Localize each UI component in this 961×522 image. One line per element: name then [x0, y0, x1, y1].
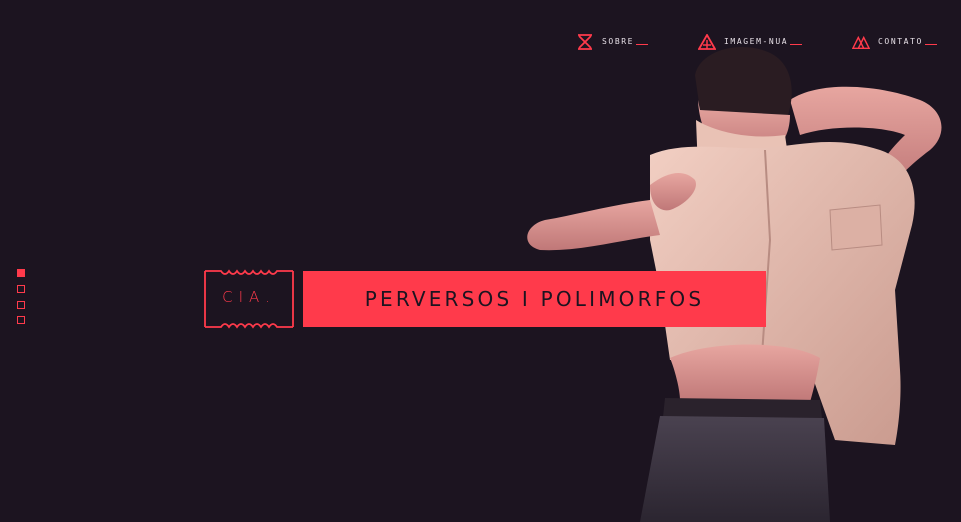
slide-dot-2[interactable] — [17, 285, 25, 293]
nav-item-sobre[interactable]: SOBRE — [576, 33, 649, 51]
nav-label-sobre: SOBRE — [602, 37, 649, 47]
nav-label-imagem-nua: IMAGEM-NUA — [724, 37, 803, 47]
hero-stage: SOBRE IMAGEM-NUA CONTATO CIA. PERVERSOS … — [0, 0, 961, 522]
hourglass-x-icon — [578, 34, 592, 50]
cia-prefix: CIA. — [222, 288, 276, 306]
title-banner: PERVERSOS I POLIMORFOS — [303, 271, 766, 327]
nav-label-contato: CONTATO — [878, 37, 937, 47]
mountain-triangle-icon — [852, 35, 870, 50]
slide-dot-3[interactable] — [17, 301, 25, 309]
tent-triangle-icon — [698, 34, 716, 50]
nav-item-imagem-nua[interactable]: IMAGEM-NUA — [698, 33, 803, 51]
company-name: PERVERSOS I POLIMORFOS — [364, 287, 705, 311]
slide-dot-4[interactable] — [17, 316, 25, 324]
nav-item-contato[interactable]: CONTATO — [852, 33, 937, 51]
cia-logo[interactable]: CIA. — [204, 269, 294, 329]
slide-indicators — [17, 269, 27, 325]
slide-dot-1[interactable] — [17, 269, 25, 277]
top-navigation: SOBRE IMAGEM-NUA CONTATO — [570, 33, 950, 53]
